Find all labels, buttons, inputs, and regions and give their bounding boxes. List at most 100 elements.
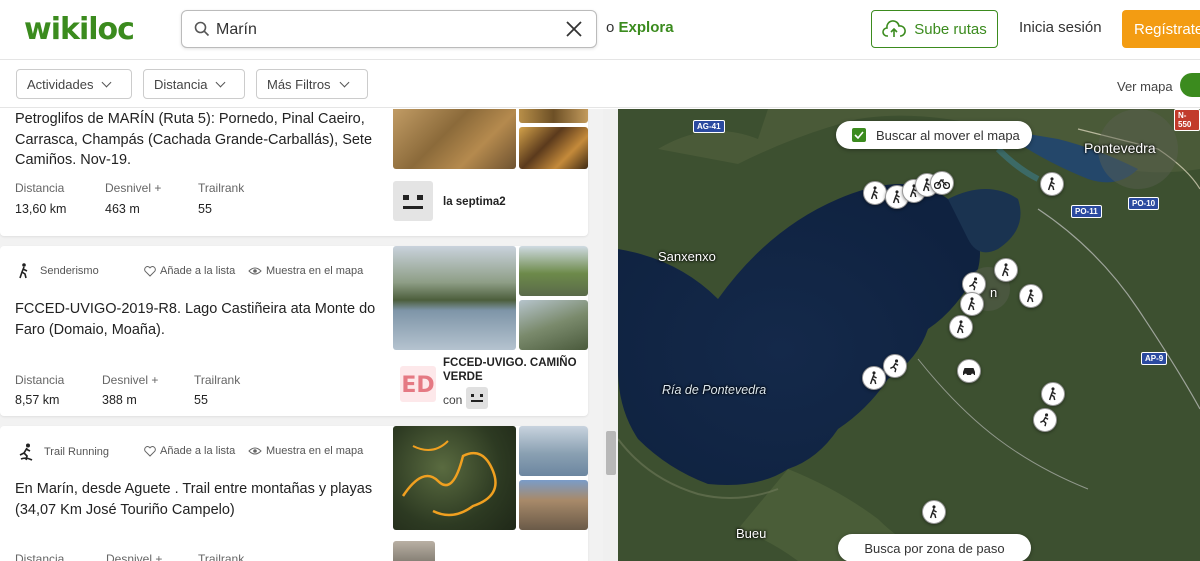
trail-card[interactable]: Trail Running Añade a la lista Muestra e…: [0, 426, 588, 561]
hiking-icon: [967, 297, 975, 311]
close-icon[interactable]: [564, 19, 584, 39]
search-box[interactable]: Marín: [181, 10, 597, 48]
hiking-pin[interactable]: [863, 181, 887, 205]
add-to-list-button[interactable]: Añade a la lista: [144, 265, 235, 277]
road-sign: AG-41: [693, 120, 725, 133]
stat-label: Distancia: [15, 552, 65, 561]
trail-map-photo[interactable]: [393, 426, 516, 530]
activity-label: Trail Running: [44, 446, 110, 458]
hiking-pin[interactable]: [1040, 172, 1064, 196]
cycling-pin[interactable]: [930, 171, 954, 195]
hiking-icon: [1026, 289, 1034, 303]
add-to-list-button[interactable]: Añade a la lista: [144, 445, 235, 457]
trail-card[interactable]: Petroglifos de MARÍN (Ruta 5): Pornedo, …: [0, 109, 588, 236]
hiking-pin[interactable]: [862, 366, 886, 390]
road-sign: PO-11: [1071, 205, 1102, 218]
trail-running-icon: [890, 359, 899, 373]
author-name[interactable]: la septima2: [443, 196, 506, 208]
hiking-icon: [19, 263, 28, 279]
stat-value: 13,60 km: [15, 202, 67, 216]
stat-label: Trailrank: [194, 373, 241, 387]
map-view[interactable]: Buscar al mover el mapa Pontevedra Sanxe…: [618, 109, 1200, 561]
map-toggle[interactable]: [1180, 73, 1200, 97]
stat-value: 55: [198, 202, 212, 216]
car-icon: [963, 368, 975, 377]
search-by-zone-label: Busca por zona de paso: [864, 540, 1005, 556]
stat-value: 8,57 km: [15, 393, 60, 407]
route-track: [401, 440, 497, 517]
search-input[interactable]: Marín: [216, 21, 257, 39]
road-sign: AP-9: [1141, 352, 1168, 365]
upload-routes-button[interactable]: Sube rutas: [871, 10, 998, 48]
explore-prefix: o: [606, 19, 615, 36]
heart-icon: [144, 265, 156, 277]
trail-photo[interactable]: [519, 426, 588, 476]
scrollbar-thumb[interactable]: [606, 431, 616, 475]
trail-title[interactable]: FCCED-UVIGO-2019-R8. Lago Castiñeira ata…: [15, 299, 380, 340]
show-on-map-label: Muestra en el mapa: [266, 265, 364, 277]
filter-bar: Actividades Distancia Más Filtros: [0, 60, 1200, 108]
trail-photo[interactable]: [519, 300, 588, 350]
svg-text:ED: ED: [401, 373, 434, 398]
activity-type: Trail Running: [17, 443, 109, 461]
add-to-list-label: Añade a la lista: [160, 265, 236, 277]
hiking-pin[interactable]: [949, 315, 973, 339]
hiking-icon: [956, 320, 964, 334]
explore-text: o Explora: [606, 19, 674, 36]
club-logo[interactable]: ED: [400, 366, 436, 402]
hiking-icon: [1047, 177, 1055, 191]
login-link[interactable]: Inicia sesión: [1019, 19, 1102, 36]
wikiloc-logo[interactable]: wikiloc: [24, 12, 135, 47]
list-scrollbar[interactable]: [603, 109, 618, 561]
trail-list[interactable]: Petroglifos de MARÍN (Ruta 5): Pornedo, …: [0, 109, 603, 561]
more-filters[interactable]: Más Filtros: [256, 69, 368, 99]
bicycle-icon: [934, 178, 950, 189]
place-label: Pontevedra: [1084, 140, 1156, 156]
activities-filter[interactable]: Actividades: [16, 69, 132, 99]
avatar[interactable]: [466, 387, 488, 409]
avatar[interactable]: [393, 181, 433, 221]
hiking-pin[interactable]: [1041, 382, 1065, 406]
trail-photo[interactable]: [519, 480, 588, 530]
more-filters-label: Más Filtros: [267, 76, 331, 92]
cloud-upload-icon: [882, 20, 907, 37]
search-by-zone-button[interactable]: Busca por zona de paso: [838, 534, 1031, 561]
author-name[interactable]: FCCED-UVIGO. CAMIÑO VERDE: [443, 356, 583, 384]
stat-label: Desnivel +: [106, 552, 163, 561]
hiking-icon: [870, 186, 878, 200]
car-pin[interactable]: [957, 359, 981, 383]
trail-card[interactable]: Senderismo Añade a la lista Muestra en e…: [0, 246, 588, 416]
heart-icon: [144, 445, 156, 457]
hiking-icon: [1048, 387, 1056, 401]
trail-photo[interactable]: [393, 109, 516, 169]
hiking-pin[interactable]: [1019, 284, 1043, 308]
trail-running-pin[interactable]: [883, 354, 907, 378]
trail-photo[interactable]: [393, 246, 516, 350]
show-on-map-button[interactable]: Muestra en el mapa: [248, 265, 363, 277]
show-on-map-button[interactable]: Muestra en el mapa: [248, 445, 363, 457]
register-button[interactable]: Regístrate: [1122, 10, 1200, 48]
place-label: n: [990, 285, 998, 300]
stat-label: Desnivel +: [102, 373, 159, 387]
trail-title[interactable]: En Marín, desde Aguete . Trail entre mon…: [15, 479, 380, 520]
chevron-down-icon: [102, 77, 112, 87]
map-toggle-label: Ver mapa: [1117, 79, 1173, 94]
hiking-pin[interactable]: [994, 258, 1018, 282]
eye-icon: [248, 447, 262, 455]
explore-link[interactable]: Explora: [619, 19, 674, 36]
hiking-pin[interactable]: [960, 292, 984, 316]
trail-running-icon: [1040, 413, 1049, 427]
search-icon: [194, 21, 210, 37]
stat-label: Distancia: [15, 181, 65, 195]
hiking-pin[interactable]: [922, 500, 946, 524]
avatar[interactable]: [393, 541, 435, 561]
trail-photo[interactable]: [519, 109, 588, 123]
distance-filter[interactable]: Distancia: [143, 69, 245, 99]
trail-photo[interactable]: [519, 127, 588, 169]
checkbox-checked-icon[interactable]: [852, 128, 866, 142]
trail-photo[interactable]: [519, 246, 588, 296]
search-on-move-toggle[interactable]: Buscar al mover el mapa: [836, 121, 1032, 149]
trail-running-pin[interactable]: [1033, 408, 1057, 432]
satellite-map: [618, 109, 1200, 561]
trail-title[interactable]: Petroglifos de MARÍN (Ruta 5): Pornedo, …: [15, 109, 380, 171]
